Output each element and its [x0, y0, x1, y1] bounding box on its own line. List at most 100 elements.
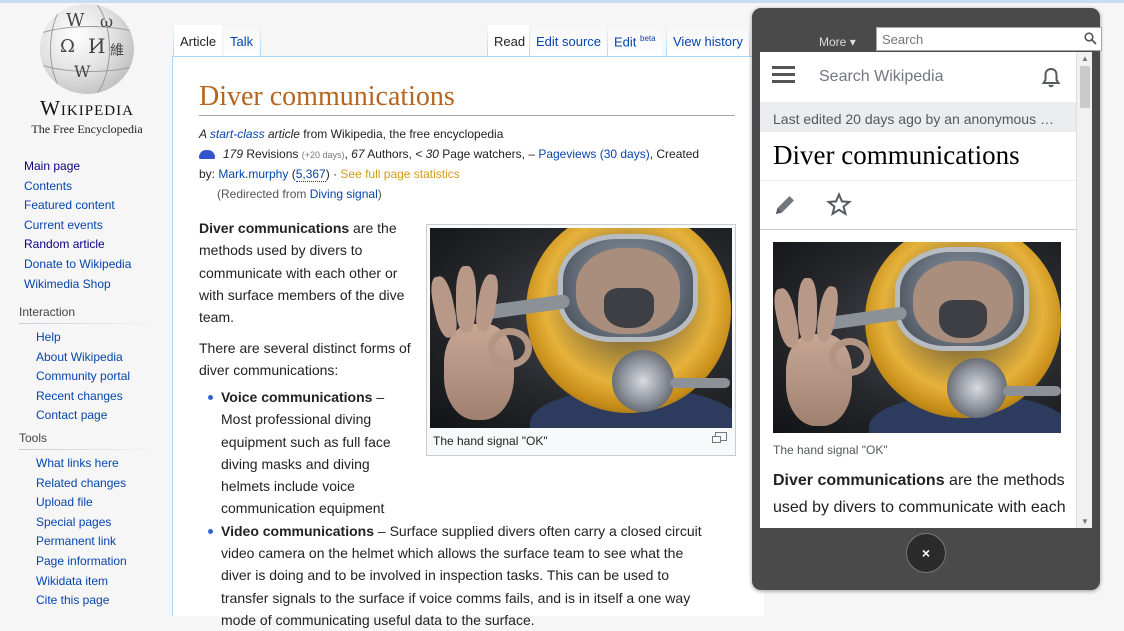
sidebar-item-permanent-link[interactable]: Permanent link: [0, 532, 172, 552]
mobile-page-title: Diver communications: [773, 140, 1020, 170]
tab-talk[interactable]: Talk: [224, 25, 260, 57]
hamburger-menu-icon[interactable]: [772, 66, 795, 84]
tab-view-history[interactable]: View history: [667, 25, 749, 57]
tab-edit-source-label: Edit source: [536, 34, 602, 49]
redirect-suffix: ): [377, 187, 382, 201]
pageviews-link[interactable]: Pageviews (30 days): [538, 147, 649, 161]
article-assessment: A start-class article from Wikipedia, th…: [199, 127, 503, 141]
mobile-search-input[interactable]: Search Wikipedia: [819, 68, 944, 86]
lead-paragraph: Diver communications are the methods use…: [199, 217, 414, 328]
watchers-count: < 30: [415, 147, 439, 161]
sidebar-item-label: Random article: [24, 237, 105, 252]
navigation-portal: Main page Contents Featured content Current…: [0, 157, 172, 294]
sidebar-item-label: Recent changes: [36, 388, 123, 403]
interaction-heading: Interaction: [19, 305, 76, 319]
sidebar-item-label: Contact page: [36, 408, 108, 423]
sidebar-item-community-portal[interactable]: Community portal: [0, 367, 172, 387]
close-preview-button[interactable]: ×: [906, 533, 946, 573]
mobile-scrollbar[interactable]: ▲ ▼: [1076, 52, 1092, 528]
hat-icon: [199, 150, 215, 160]
authors-label: Authors,: [364, 147, 416, 161]
sidebar-item-label: Special pages: [36, 514, 112, 529]
list-item: Video communications – Surface supplied …: [199, 520, 711, 631]
sidebar-item-label: What links here: [36, 456, 119, 470]
sidebar-item-what-links-here[interactable]: What links here: [0, 454, 172, 474]
sidebar-item-related-changes[interactable]: Related changes: [0, 474, 172, 494]
video-comms-bold: Video communications: [221, 522, 374, 539]
redirect-prefix: (Redirected from: [217, 187, 310, 201]
mobile-lead-text-b: to communicate with each: [876, 499, 1066, 516]
sidebar-item-random-article[interactable]: Random article: [0, 235, 172, 255]
mobile-divers-link[interactable]: divers: [833, 499, 876, 516]
meta-suffix: from Wikipedia, the free encyclopedia: [299, 127, 504, 141]
sidebar-item-label: Upload file: [36, 495, 93, 510]
sidebar-item-current-events[interactable]: Current events: [0, 216, 172, 236]
redirect-link[interactable]: Diving signal: [310, 187, 378, 201]
tab-read[interactable]: Read: [488, 25, 532, 57]
search-input[interactable]: Search: [876, 27, 1102, 51]
sidebar-item-label: Help: [36, 330, 61, 344]
revisions-delta: (+20 days): [301, 150, 345, 160]
tab-article[interactable]: Article: [174, 25, 223, 57]
wikipedia-logo[interactable]: W ω Ω И 維 W Wikipedia The Free Encyclope…: [22, 4, 152, 137]
wikipedia-tagline: The Free Encyclopedia: [31, 122, 143, 136]
search-icon[interactable]: [1084, 32, 1097, 48]
sidebar-item-featured-content[interactable]: Featured content: [0, 196, 172, 216]
scroll-up-arrow-icon[interactable]: ▲: [1081, 54, 1089, 63]
full-stats-link[interactable]: See full page statistics: [340, 167, 459, 181]
sidebar-item-recent-changes[interactable]: Recent changes: [0, 387, 172, 407]
b1-text-c: and: [301, 455, 334, 472]
tab-edit-label: Edit: [614, 34, 637, 50]
enlarge-icon[interactable]: [712, 432, 727, 443]
b1-text-e: equipment: [315, 500, 385, 517]
scrollbar-thumb[interactable]: [1080, 66, 1090, 108]
sidebar-item-label: Permanent link: [36, 534, 117, 549]
scroll-down-arrow-icon[interactable]: ▼: [1081, 517, 1089, 526]
meta-article-word: article: [267, 127, 300, 141]
creator-link[interactable]: Mark.murphy: [218, 167, 288, 181]
tab-edit[interactable]: Edit beta: [608, 25, 662, 57]
sidebar-item-label: Main page: [24, 159, 81, 173]
start-class-link[interactable]: start-class: [210, 127, 265, 141]
sidebar-item-upload-file[interactable]: Upload file: [0, 493, 172, 513]
mobile-lead-paragraph: Diver communications are the methods use…: [773, 467, 1069, 521]
sidebar-item-special-pages[interactable]: Special pages: [0, 513, 172, 533]
sidebar-item-contact-page[interactable]: Contact page: [0, 406, 172, 426]
sidebar-item-main-page[interactable]: Main page: [0, 157, 172, 177]
revisions-label: Revisions: [243, 147, 302, 161]
divers-link[interactable]: divers: [310, 242, 347, 258]
lead-bold: Diver communications: [199, 220, 350, 236]
sidebar-item-wikidata-item[interactable]: Wikidata item: [0, 572, 172, 592]
tools-heading: Tools: [19, 431, 48, 445]
sidebar-item-about-wikipedia[interactable]: About Wikipedia: [0, 348, 172, 368]
notifications-bell-icon[interactable]: [1040, 66, 1062, 93]
sidebar-item-contents[interactable]: Contents: [0, 177, 172, 197]
mobile-screen: Search Wikipedia Last edited 20 days ago…: [760, 52, 1092, 528]
more-label: More: [819, 35, 847, 49]
sidebar-item-cite-this-page[interactable]: Cite this page: [0, 591, 172, 611]
more-menu[interactable]: More ▾: [819, 35, 856, 49]
tab-read-label: Read: [494, 34, 526, 49]
wikipedia-wordmark: Wikipedia: [40, 96, 134, 120]
last-edited-bar[interactable]: Last edited 20 days ago by an anonymous …: [760, 102, 1076, 132]
page-title: Diver communications: [199, 81, 455, 112]
revisions-count: 179: [223, 147, 244, 161]
edit-pencil-icon[interactable]: [772, 192, 798, 223]
sidebar-item-page-information[interactable]: Page information: [0, 552, 172, 572]
search-placeholder: Search: [882, 32, 924, 47]
tab-view-history-label: View history: [673, 34, 743, 49]
creator-edits-link[interactable]: 5,367: [295, 167, 326, 182]
sidebar-item-label: Wikimedia Shop: [24, 276, 111, 291]
puzzle-globe-icon: W ω Ω И 維 W: [40, 4, 134, 94]
diver-photo[interactable]: [430, 228, 732, 428]
mobile-photo-caption: The hand signal "OK": [773, 443, 888, 457]
sidebar-item-wikimedia-shop[interactable]: Wikimedia Shop: [0, 275, 172, 295]
tab-article-label: Article: [180, 34, 217, 49]
mobile-diver-photo[interactable]: [773, 242, 1061, 433]
sidebar-item-donate-to-wikipedia[interactable]: Donate to Wikipedia: [0, 255, 172, 275]
tab-edit-source[interactable]: Edit source: [530, 25, 608, 57]
tools-portal: Tools What links here Related changes Uplo…: [0, 431, 172, 611]
watch-star-icon[interactable]: [826, 191, 852, 223]
beta-badge: beta: [640, 34, 656, 43]
sidebar-item-help[interactable]: Help: [0, 328, 172, 348]
